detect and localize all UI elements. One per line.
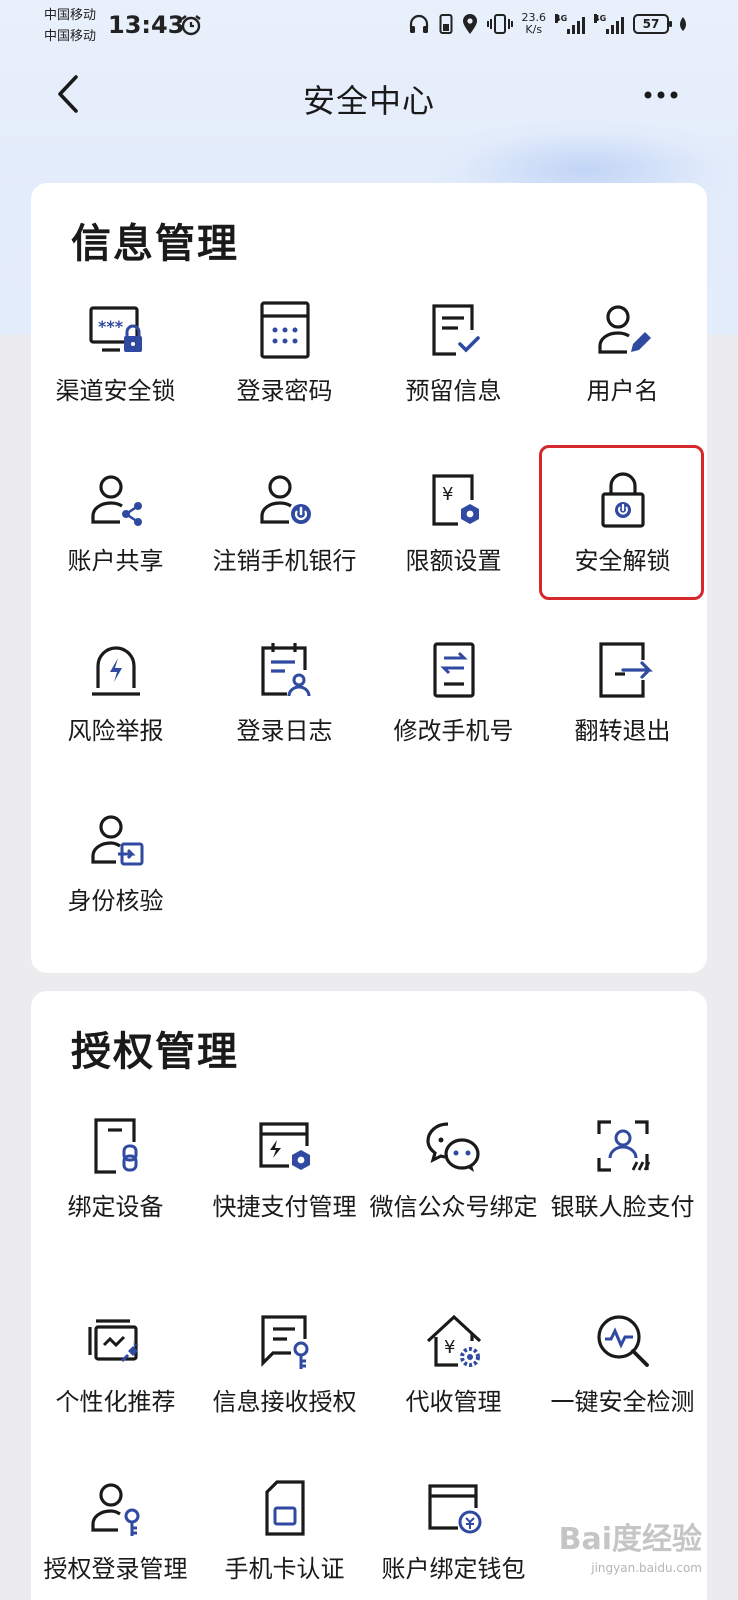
grid-item-account-share[interactable]: 账户共享	[31, 470, 200, 576]
vibrate-icon	[486, 14, 513, 34]
grid-item-label: 用户名	[586, 377, 659, 405]
svg-text:¥: ¥	[442, 484, 453, 505]
grid-item-label: 风险举报	[67, 717, 164, 745]
network-speed: 23.6 K/s	[521, 11, 547, 36]
signal-icon: 4G	[555, 14, 585, 34]
nav-bar: 安全中心	[0, 60, 738, 130]
more-button[interactable]	[640, 80, 684, 110]
grid-item-login-log[interactable]: 登录日志	[200, 640, 369, 746]
sim-card-icon	[264, 1480, 305, 1536]
grid-item-label: 账户绑定钱包	[381, 1555, 526, 1583]
risk-alarm-icon	[91, 646, 140, 696]
battery-indicator: 57	[633, 14, 672, 34]
svg-text:¥: ¥	[444, 1337, 455, 1358]
exit-icon	[598, 642, 653, 698]
watermark: Bai度经验 jingyan.baidu.com	[558, 1522, 702, 1576]
yuan-limit-icon: ¥	[431, 474, 479, 526]
grid-item-unionpay-face[interactable]: 银联人脸支付	[538, 1116, 707, 1222]
grid-item-auth-login[interactable]: 授权登录管理	[31, 1478, 200, 1584]
grid-item-label: 限额设置	[405, 547, 502, 575]
user-share-icon	[90, 475, 142, 526]
signal-icon-2: 4G	[594, 14, 624, 34]
password-keypad-icon	[259, 301, 310, 359]
grid-item-limit-settings[interactable]: ¥ 限额设置	[369, 470, 538, 576]
alarm-icon	[181, 15, 201, 36]
grid-item-label: 身份核验	[67, 887, 164, 915]
grid-item-risk-report[interactable]: 风险举报	[31, 640, 200, 746]
grid-item-bind-device[interactable]: 绑定设备	[31, 1116, 200, 1222]
grid-item-collection-manage[interactable]: ¥ 代收管理	[369, 1311, 538, 1417]
screen-lock-icon: ***	[88, 306, 142, 352]
page-title: 安全中心	[302, 82, 435, 120]
grid-item-wallet-bind[interactable]: 账户绑定钱包	[369, 1478, 538, 1584]
location-icon	[462, 14, 477, 34]
grid-item-label: 银联人脸支付	[550, 1193, 695, 1221]
grid-item-label: 个性化推荐	[55, 1388, 176, 1416]
grid-item-label: 翻转退出	[574, 717, 671, 745]
wechat-icon	[425, 1122, 480, 1172]
status-bar: 中国移动 中国移动 13:43 23.6 K/s 4G 4G 57	[0, 0, 738, 50]
message-key-icon	[260, 1315, 308, 1369]
headphones-icon	[409, 14, 428, 33]
highlight-frame	[539, 445, 704, 600]
grid-item-label: 登录密码	[236, 377, 333, 405]
grid-item-identity-verify[interactable]: 身份核验	[31, 810, 200, 916]
grid-item-cancel-mobile-bank[interactable]: 注销手机银行	[200, 470, 369, 576]
identity-verify-icon	[90, 815, 143, 866]
grid-item-label: 账户共享	[67, 547, 164, 575]
clock: 13:43	[108, 11, 185, 39]
grid-item-message-auth[interactable]: 信息接收授权	[200, 1311, 369, 1417]
carrier-2: 中国移动	[44, 29, 97, 44]
grid-item-label: 手机卡认证	[224, 1555, 345, 1583]
phone-battery-icon	[439, 14, 452, 34]
grid-item-personalized-recommend[interactable]: 个性化推荐	[31, 1311, 200, 1417]
grid-item-login-password[interactable]: 登录密码	[200, 300, 369, 406]
grid-item-label: 修改手机号	[393, 717, 514, 745]
grid-item-label: 渠道安全锁	[55, 377, 176, 405]
grid-item-label: 登录日志	[236, 717, 333, 745]
document-check-icon	[431, 304, 480, 356]
auth-section-title: 授权管理	[71, 1029, 239, 1075]
grid-item-label: 一键安全检测	[550, 1388, 695, 1416]
grid-item-username[interactable]: 用户名	[538, 300, 707, 406]
svg-text:***: ***	[98, 317, 124, 336]
quick-pay-icon	[258, 1122, 310, 1170]
grid-item-security-check[interactable]: 一键安全检测	[538, 1311, 707, 1417]
grid-item-channel-lock[interactable]: *** 渠道安全锁	[31, 300, 200, 406]
grid-item-label: 注销手机银行	[212, 547, 357, 575]
grid-item-reserved-info[interactable]: 预留信息	[369, 300, 538, 406]
recommend-icon	[87, 1319, 139, 1363]
face-pay-icon	[596, 1120, 650, 1172]
grid-item-label: 授权登录管理	[43, 1555, 188, 1583]
grid-item-label: 快捷支付管理	[212, 1193, 357, 1221]
grid-item-wechat-bind[interactable]: 微信公众号绑定	[369, 1116, 538, 1222]
auth-login-icon	[90, 1483, 139, 1536]
collection-house-icon: ¥	[426, 1314, 481, 1367]
auth-management-card: 授权管理 绑定设备 快捷支付管理 微信公众号绑定 银联人脸支付 个性化推荐 信息…	[31, 991, 707, 1600]
grid-item-quick-pay[interactable]: 快捷支付管理	[200, 1116, 369, 1222]
grid-item-label: 绑定设备	[67, 1193, 164, 1221]
grid-item-label: 预留信息	[405, 377, 502, 405]
more-dots-icon	[644, 91, 678, 99]
leaf-icon	[680, 17, 686, 31]
user-power-icon	[259, 475, 311, 524]
grid-item-label: 微信公众号绑定	[369, 1193, 538, 1221]
grid-item-label: 信息接收授权	[212, 1388, 357, 1416]
grid-item-change-phone[interactable]: 修改手机号	[369, 640, 538, 746]
grid-item-sim-auth[interactable]: 手机卡认证	[200, 1478, 369, 1584]
grid-item-flip-exit[interactable]: 翻转退出	[538, 640, 707, 746]
device-bind-icon	[93, 1118, 137, 1174]
security-scan-icon	[596, 1315, 649, 1367]
carrier-1: 中国移动	[44, 8, 97, 23]
grid-item-label: 代收管理	[405, 1388, 502, 1416]
info-section-title: 信息管理	[71, 221, 239, 267]
phone-swap-icon	[432, 642, 475, 698]
wallet-bind-icon	[427, 1484, 481, 1534]
log-user-icon	[260, 643, 310, 697]
user-edit-icon	[597, 305, 651, 354]
